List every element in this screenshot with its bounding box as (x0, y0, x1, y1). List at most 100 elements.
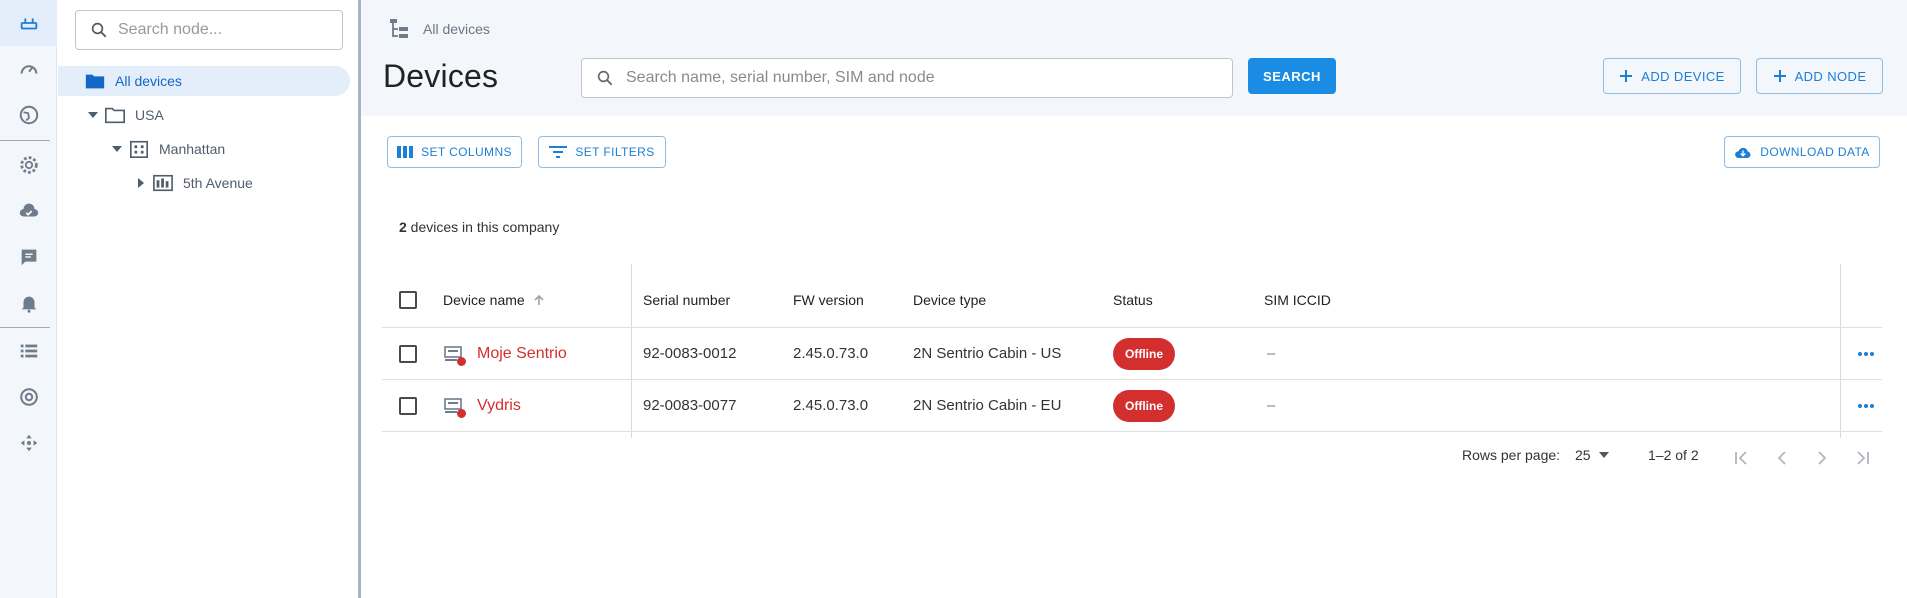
chevron-left-icon (1777, 451, 1786, 465)
set-columns-button[interactable]: SET COLUMNS (387, 136, 522, 168)
rail-list[interactable] (0, 328, 57, 374)
previous-page-button[interactable] (1772, 448, 1792, 468)
router-icon (20, 18, 37, 30)
rail-map[interactable] (0, 92, 57, 138)
tree-item-label: All devices (115, 73, 182, 89)
globe-icon (19, 105, 38, 125)
node-tree-panel: All devices USA Manhattan 5th Avenue (58, 0, 358, 598)
column-header-status[interactable]: Status (1113, 272, 1153, 327)
floor-plan-icon (152, 172, 174, 194)
add-node-button[interactable]: ADD NODE (1756, 58, 1883, 94)
first-page-button[interactable] (1732, 448, 1752, 468)
table-row[interactable]: Vydris 92-0083-0077 2.45.0.73.0 2N Sentr… (382, 380, 1882, 432)
table-header-row: Device name Serial number FW version Dev… (382, 272, 1882, 328)
building-icon (128, 138, 150, 160)
download-data-button[interactable]: DOWNLOAD DATA (1724, 136, 1880, 168)
tree-item-label: Manhattan (159, 141, 226, 157)
tree-item-label: USA (135, 107, 164, 123)
rows-per-page-value: 25 (1575, 447, 1591, 463)
node-search-field[interactable] (75, 10, 343, 50)
select-all-checkbox[interactable] (399, 290, 417, 309)
tree-item-manhattan[interactable]: Manhattan (112, 134, 225, 164)
row-more-actions[interactable] (1857, 380, 1875, 431)
table-row[interactable]: Moje Sentrio 92-0083-0012 2.45.0.73.0 2N… (382, 328, 1882, 380)
device-count-text: devices in this company (406, 219, 560, 235)
caret-down-icon[interactable] (112, 144, 122, 154)
offline-indicator (457, 408, 466, 418)
row-checkbox[interactable] (399, 344, 417, 363)
column-header-serial-number[interactable]: Serial number (643, 272, 730, 327)
sort-ascending-icon[interactable] (533, 294, 545, 306)
device-name-link[interactable]: Vydris (477, 397, 521, 415)
rail-messages[interactable] (0, 234, 57, 280)
device-name-link[interactable]: Moje Sentrio (477, 345, 567, 363)
search-icon (91, 22, 107, 38)
sim-iccid-cell: – (1267, 345, 1276, 362)
gear-icon (19, 156, 38, 174)
hierarchy-icon (390, 19, 408, 38)
folder-icon (84, 70, 106, 92)
fw-version-cell: 2.45.0.73.0 (793, 397, 869, 414)
caret-down-icon[interactable] (88, 110, 98, 120)
devices-table: Device name Serial number FW version Dev… (382, 264, 1882, 438)
column-header-label: Device name (443, 291, 525, 308)
main-content: All devices Devices SEARCH ADD DEVICE AD… (361, 0, 1907, 598)
column-header-device-type[interactable]: Device type (913, 272, 986, 327)
set-filters-button[interactable]: SET FILTERS (538, 136, 666, 168)
tree-item-usa[interactable]: USA (88, 100, 164, 130)
sim-iccid-cell: – (1267, 397, 1276, 414)
breadcrumb-item[interactable]: All devices (423, 21, 490, 37)
speed-gauge-icon (20, 65, 37, 74)
rail-support[interactable] (0, 374, 57, 420)
columns-icon (397, 146, 414, 158)
last-page-icon (1857, 451, 1869, 465)
row-checkbox[interactable] (399, 396, 417, 415)
add-device-button[interactable]: ADD DEVICE (1603, 58, 1741, 94)
column-header-fw-version[interactable]: FW version (793, 272, 864, 327)
set-filters-label: SET FILTERS (575, 145, 655, 159)
search-button[interactable]: SEARCH (1248, 58, 1336, 94)
bell-icon (21, 296, 36, 313)
tree-item-5th-avenue[interactable]: 5th Avenue (136, 168, 253, 198)
serial-number-cell: 92-0083-0077 (643, 397, 737, 414)
rail-integrations[interactable] (0, 420, 57, 466)
tree-item-all-devices[interactable]: All devices (58, 66, 350, 96)
message-icon (21, 249, 36, 266)
device-type-cell: 2N Sentrio Cabin - EU (913, 397, 1062, 414)
chevron-right-icon (1818, 451, 1827, 465)
rail-settings[interactable] (0, 142, 57, 188)
node-search-input[interactable] (118, 21, 318, 39)
download-data-label: DOWNLOAD DATA (1760, 145, 1870, 159)
page-title: Devices (383, 58, 499, 94)
rows-per-page-select[interactable]: 25 (1575, 447, 1609, 463)
rail-alarms[interactable] (0, 280, 57, 326)
pagination-range: 1–2 of 2 (1648, 447, 1699, 463)
device-unit-icon (443, 344, 466, 366)
lifebuoy-icon (19, 388, 38, 406)
rows-per-page-label: Rows per page: (1462, 447, 1561, 463)
next-page-button[interactable] (1812, 448, 1832, 468)
add-device-label: ADD DEVICE (1641, 68, 1725, 84)
more-horizontal-icon[interactable] (1857, 351, 1875, 357)
rail-devices[interactable] (0, 0, 57, 46)
plus-icon (1773, 70, 1786, 82)
last-page-button[interactable] (1852, 448, 1872, 468)
more-horizontal-icon[interactable] (1857, 403, 1875, 409)
column-header-device-name[interactable]: Device name (443, 272, 545, 327)
plus-icon (1620, 70, 1633, 82)
row-more-actions[interactable] (1857, 328, 1875, 379)
device-unit-icon (443, 396, 466, 418)
rail-dashboard[interactable] (0, 46, 57, 92)
rail-cloud[interactable] (0, 188, 57, 234)
device-count: 2 devices in this company (399, 219, 559, 235)
device-search-input[interactable] (626, 69, 1186, 87)
device-search-field[interactable] (581, 58, 1233, 98)
move-arrows-icon (20, 434, 37, 452)
icon-rail (0, 0, 57, 598)
tree-item-label: 5th Avenue (183, 175, 253, 191)
folder-outline-icon (104, 104, 126, 126)
caret-right-icon[interactable] (136, 178, 146, 188)
column-header-sim-iccid[interactable]: SIM ICCID (1264, 272, 1331, 327)
fw-version-cell: 2.45.0.73.0 (793, 345, 869, 362)
first-page-icon (1735, 451, 1747, 465)
